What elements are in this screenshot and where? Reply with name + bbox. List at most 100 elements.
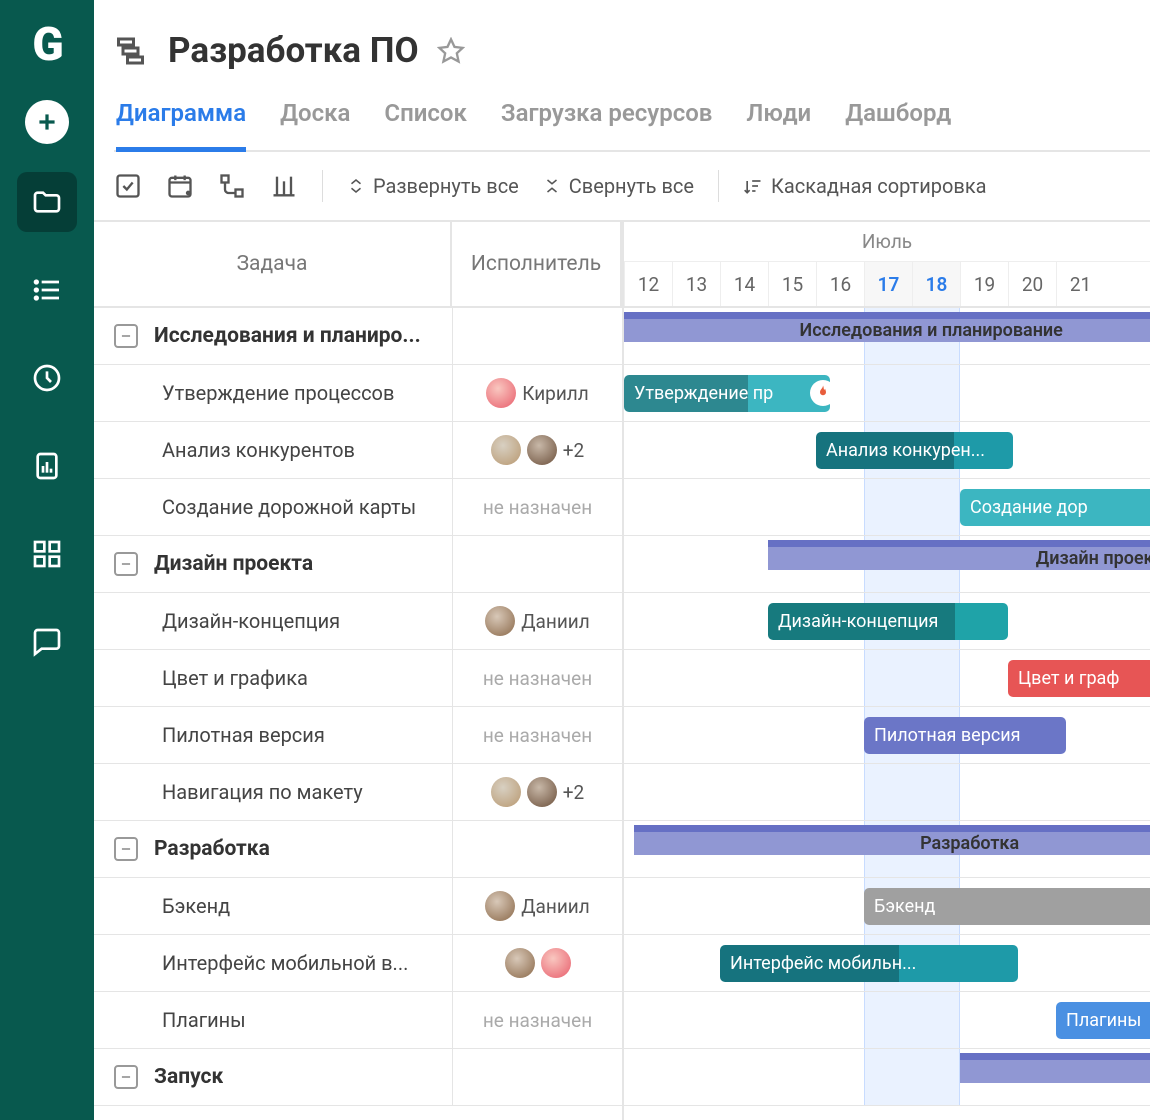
hierarchy-icon[interactable] [218,172,246,200]
toolbar: Развернуть все Свернуть все Каскадная со… [94,152,1150,222]
assignee-cell[interactable]: Кирилл [452,365,622,421]
day-17[interactable]: 17 [864,262,912,306]
task-name: Бэкенд [162,894,230,918]
chart-row: Утверждение пр [624,365,1150,422]
group-bar[interactable]: Исследования и планирование [624,312,1150,342]
task-name: Цвет и графика [162,666,308,690]
task-row[interactable]: Запуск [94,1049,622,1106]
task-row[interactable]: Цвет и графика не назначен [94,650,622,707]
task-bar[interactable]: Создание дор [960,489,1150,526]
chart-row: Бэкенд [624,878,1150,935]
task-bar[interactable]: Интерфейс мобильн... [720,945,1018,982]
tab-5[interactable]: Дашборд [845,99,951,152]
assignee-cell[interactable] [452,821,622,877]
chart-row: Плагины [624,992,1150,1049]
assignee-cell[interactable]: не назначен [452,479,622,535]
collapse-toggle[interactable] [114,552,138,576]
day-12[interactable]: 12 [624,262,672,306]
day-19[interactable]: 19 [960,262,1008,306]
day-15[interactable]: 15 [768,262,816,306]
calendar-icon[interactable] [166,172,194,200]
columns-icon[interactable] [270,172,298,200]
chart-row: Разработка [624,821,1150,878]
cascade-sort-button[interactable]: Каскадная сортировка [743,174,987,198]
chart-row: Интерфейс мобильн... [624,935,1150,992]
group-bar[interactable]: Разработка [634,825,1150,855]
day-13[interactable]: 13 [672,262,720,306]
avatar [505,948,535,978]
task-row[interactable]: Навигация по макету +2 [94,764,622,821]
task-row[interactable]: Плагины не назначен [94,992,622,1049]
day-20[interactable]: 20 [1008,262,1056,306]
nav-chat[interactable] [17,612,77,672]
nav-folder[interactable] [17,172,77,232]
chart-row [624,764,1150,821]
task-row[interactable]: Бэкенд Даниил [94,878,622,935]
tab-3[interactable]: Загрузка ресурсов [501,99,713,152]
assignee-cell[interactable]: Даниил [452,878,622,934]
task-bar[interactable]: Анализ конкурен... [816,432,1013,469]
group-bar[interactable]: Дизайн проекта [768,540,1150,570]
assignee-cell[interactable]: +2 [452,764,622,820]
nav-list[interactable] [17,260,77,320]
task-row[interactable]: Исследования и планиро... [94,308,622,365]
day-16[interactable]: 16 [816,262,864,306]
task-bar[interactable]: Дизайн-концепция [768,603,1008,640]
nav-report[interactable] [17,436,77,496]
task-bar[interactable]: Пилотная версия [864,717,1066,754]
assignee-cell[interactable]: не назначен [452,650,622,706]
select-all-icon[interactable] [114,172,142,200]
task-row[interactable]: Разработка [94,821,622,878]
task-bar[interactable]: Утверждение пр [624,375,830,412]
task-row[interactable]: Пилотная версия не назначен [94,707,622,764]
col-header-task: Задача [94,222,452,308]
task-row[interactable]: Интерфейс мобильной в... [94,935,622,992]
main: Разработка ПО Диаграмма Доска Список Загруз… [94,0,1150,1120]
task-name: Навигация по макету [162,780,363,804]
assignee-cell[interactable]: Даниил [452,593,622,649]
assignee-cell[interactable] [452,935,622,991]
task-bar[interactable]: Бэкенд [864,888,1150,925]
task-row[interactable]: Создание дорожной картыне назначен [94,479,622,536]
col-header-assignee: Исполнитель [452,222,622,308]
assignee-cell[interactable] [452,1049,622,1105]
assignee-cell[interactable] [452,536,622,592]
day-14[interactable]: 14 [720,262,768,306]
tab-2[interactable]: Список [384,99,466,152]
assignee-cell[interactable] [452,308,622,364]
assignee-cell[interactable]: не назначен [452,992,622,1048]
tab-1[interactable]: Доска [280,99,350,152]
day-18[interactable]: 18 [912,262,960,306]
assignee-cell[interactable]: +2 [452,422,622,478]
task-name: Интерфейс мобильной в... [162,951,408,975]
task-name: Пилотная версия [162,723,325,747]
avatar [486,378,516,408]
add-button[interactable] [25,100,69,144]
task-row[interactable]: Утверждение процессовКирилл [94,365,622,422]
chart-row: Дизайн-концепция [624,593,1150,650]
star-icon[interactable] [437,37,465,65]
expand-all-button[interactable]: Развернуть все [347,174,519,198]
task-row[interactable]: Анализ конкурентов+2 [94,422,622,479]
collapse-toggle[interactable] [114,1065,138,1089]
collapse-toggle[interactable] [114,324,138,348]
collapse-toggle[interactable] [114,837,138,861]
day-21[interactable]: 21 [1056,262,1104,306]
nav-recent[interactable] [17,348,77,408]
task-bar[interactable]: Плагины [1056,1002,1150,1039]
task-name: Плагины [162,1008,246,1032]
task-row[interactable]: Дизайн проекта [94,536,622,593]
chart-row: Пилотная версия [624,707,1150,764]
group-bar[interactable]: Запуск [960,1053,1150,1083]
tab-0[interactable]: Диаграмма [116,99,246,152]
task-bar[interactable]: Цвет и граф [1008,660,1150,697]
assignee-cell[interactable]: не назначен [452,707,622,763]
task-row[interactable]: Дизайн-концепцияДаниил [94,593,622,650]
collapse-all-button[interactable]: Свернуть все [543,174,694,198]
task-name: Запуск [154,1065,223,1089]
tab-4[interactable]: Люди [746,99,811,152]
nav-apps[interactable] [17,524,77,584]
project-title: Разработка ПО [168,30,419,71]
header: Разработка ПО Диаграмма Доска Список Загруз… [94,0,1150,152]
avatar [485,891,515,921]
